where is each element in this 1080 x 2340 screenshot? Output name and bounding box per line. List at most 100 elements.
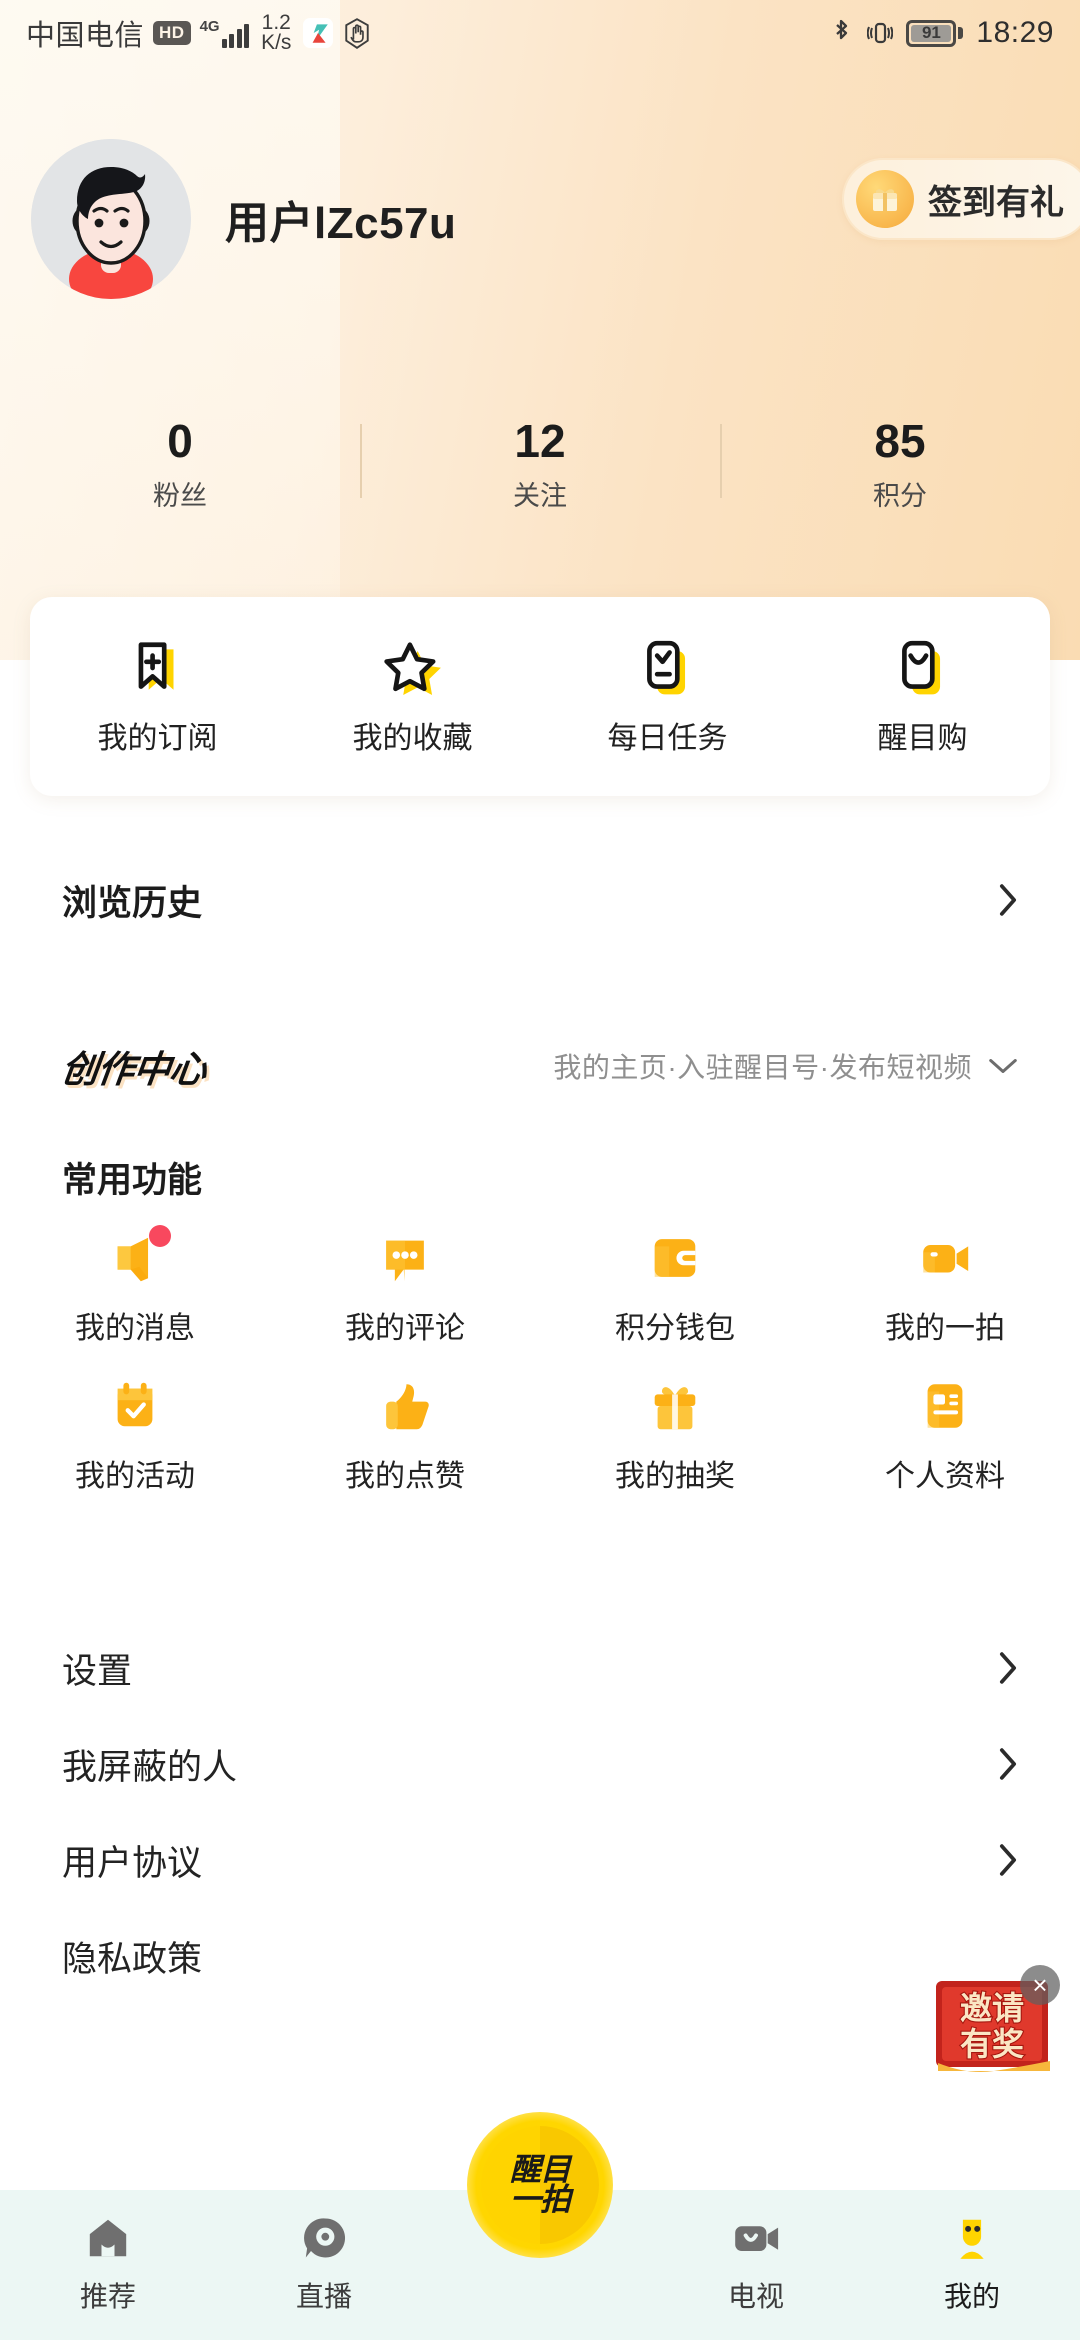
chevron-right-icon — [998, 1747, 1018, 1781]
creator-center-subtitle: 我的主页·入驻醒目号·发布短视频 — [553, 1046, 972, 1086]
stat-value: 85 — [874, 417, 925, 465]
function-points-wallet[interactable]: 积分钱包 — [540, 1215, 810, 1363]
quick-actions-card: 我的订阅 我的收藏 每日任务 — [30, 597, 1050, 796]
function-label: 我的消息 — [75, 1303, 195, 1347]
quick-action-label: 醒目购 — [878, 713, 968, 757]
bluetooth-icon — [828, 18, 854, 48]
row-blocked-users[interactable]: 我屏蔽的人 — [0, 1716, 1080, 1812]
status-bar-left: 中国电信 HD 4G 1.2K/s — [26, 12, 372, 54]
vibrate-icon — [867, 18, 893, 48]
profile-stats: 0 粉丝 12 关注 85 积分 — [0, 400, 1080, 530]
section-title-common-functions: 常用功能 — [62, 1152, 202, 1203]
function-label: 我的点赞 — [345, 1451, 465, 1495]
username-label: 用户lZc57u — [225, 187, 456, 251]
function-label: 我的一拍 — [885, 1303, 1005, 1347]
row-label: 我屏蔽的人 — [62, 1739, 237, 1790]
function-label: 我的评论 — [345, 1303, 465, 1347]
chevron-right-icon — [998, 1651, 1018, 1685]
stat-label: 粉丝 — [153, 474, 207, 513]
stat-value: 0 — [167, 417, 193, 465]
nav-item-mine[interactable]: 我的 — [864, 2212, 1080, 2315]
video-camera-icon — [916, 1229, 974, 1287]
comment-icon — [376, 1229, 434, 1287]
quick-action-favorites[interactable]: 我的收藏 — [285, 637, 540, 757]
app-notification-icon — [303, 18, 333, 48]
avatar[interactable] — [31, 139, 191, 299]
function-profile-info[interactable]: 个人资料 — [810, 1363, 1080, 1511]
function-label: 积分钱包 — [615, 1303, 735, 1347]
quick-action-shopping[interactable]: 醒目购 — [795, 637, 1050, 757]
svg-text:邀请: 邀请 — [960, 1990, 1024, 2026]
quick-action-daily-tasks[interactable]: 每日任务 — [540, 637, 795, 757]
function-my-video[interactable]: 我的一拍 — [810, 1215, 1080, 1363]
battery-icon: 91 — [906, 20, 963, 47]
creator-center-title: 创作中心 — [59, 1039, 210, 1093]
quick-action-label: 我的订阅 — [98, 713, 218, 757]
nav-item-tv[interactable]: 电视 — [648, 2212, 864, 2315]
battery-percent-label: 91 — [922, 23, 941, 43]
stat-label: 积分 — [873, 474, 927, 513]
row-browse-history[interactable]: 浏览历史 — [0, 852, 1080, 948]
signal-bars-icon — [222, 22, 250, 48]
svg-text:有奖: 有奖 — [960, 2026, 1024, 2062]
bookmark-plus-icon — [127, 637, 189, 699]
stat-fans[interactable]: 0 粉丝 — [0, 400, 360, 530]
gift-icon — [646, 1377, 704, 1435]
row-label: 浏览历史 — [62, 875, 202, 926]
carrier-label: 中国电信 — [26, 12, 144, 54]
gift-coin-icon — [856, 170, 914, 228]
quick-action-label: 我的收藏 — [353, 713, 473, 757]
stat-value: 12 — [514, 417, 565, 465]
chevron-down-icon[interactable] — [988, 1056, 1018, 1076]
quick-action-subscriptions[interactable]: 我的订阅 — [30, 637, 285, 757]
signal-icon: 4G — [200, 19, 250, 48]
hd-badge: HD — [153, 21, 191, 45]
nav-label: 推荐 — [80, 2275, 136, 2315]
hand-icon — [342, 18, 372, 49]
function-label: 个人资料 — [885, 1451, 1005, 1495]
function-my-messages[interactable]: 我的消息 — [0, 1215, 270, 1363]
row-label: 用户协议 — [62, 1835, 202, 1886]
row-label: 隐私政策 — [62, 1931, 202, 1982]
clock-label: 18:29 — [976, 16, 1054, 50]
function-my-likes[interactable]: 我的点赞 — [270, 1363, 540, 1511]
profile-identity: 用户lZc57u 签到有礼 — [0, 130, 1080, 310]
chevron-right-icon — [998, 1843, 1018, 1877]
profile-page: 中国电信 HD 4G 1.2K/s — [0, 0, 1080, 2340]
shopping-icon — [892, 637, 954, 699]
status-bar: 中国电信 HD 4G 1.2K/s — [0, 0, 1080, 66]
star-icon — [382, 637, 444, 699]
chevron-right-icon — [998, 883, 1018, 917]
function-my-lottery[interactable]: 我的抽奖 — [540, 1363, 810, 1511]
network-speed-label: 1.2K/s — [261, 13, 291, 53]
profile-card-icon — [916, 1377, 974, 1435]
nav-label: 电视 — [728, 2275, 784, 2315]
notification-badge — [149, 1225, 171, 1247]
person-icon — [946, 2212, 998, 2264]
row-user-agreement[interactable]: 用户协议 — [0, 1812, 1080, 1908]
signin-reward-button[interactable]: 签到有礼 — [842, 158, 1080, 240]
wallet-icon — [646, 1229, 704, 1287]
function-label: 我的抽奖 — [615, 1451, 735, 1495]
signin-reward-label: 签到有礼 — [928, 175, 1064, 224]
tv-icon — [730, 2212, 782, 2264]
function-my-activities[interactable]: 我的活动 — [0, 1363, 270, 1511]
row-creator-center[interactable]: 创作中心 我的主页·入驻醒目号·发布短视频 — [0, 1018, 1080, 1114]
center-capture-button[interactable]: 醒目 一拍 — [467, 2112, 613, 2258]
nav-label: 我的 — [944, 2275, 1000, 2315]
nav-item-live[interactable]: 直播 — [216, 2212, 432, 2315]
function-my-comments[interactable]: 我的评论 — [270, 1215, 540, 1363]
center-button-label: 醒目 一拍 — [510, 2155, 570, 2216]
task-list-icon — [637, 637, 699, 699]
home-icon — [82, 2212, 134, 2264]
row-label: 设置 — [62, 1643, 132, 1694]
close-icon[interactable]: × — [1020, 1965, 1060, 2005]
row-settings[interactable]: 设置 — [0, 1620, 1080, 1716]
invite-reward-ad[interactable]: 邀请 有奖 × — [932, 1975, 1056, 2083]
function-label: 我的活动 — [75, 1451, 195, 1495]
row-privacy-policy[interactable]: 隐私政策 — [0, 1908, 1080, 2004]
nav-item-recommend[interactable]: 推荐 — [0, 2212, 216, 2315]
stat-following[interactable]: 12 关注 — [360, 400, 720, 530]
stat-points[interactable]: 85 积分 — [720, 400, 1080, 530]
thumbs-up-icon — [376, 1377, 434, 1435]
